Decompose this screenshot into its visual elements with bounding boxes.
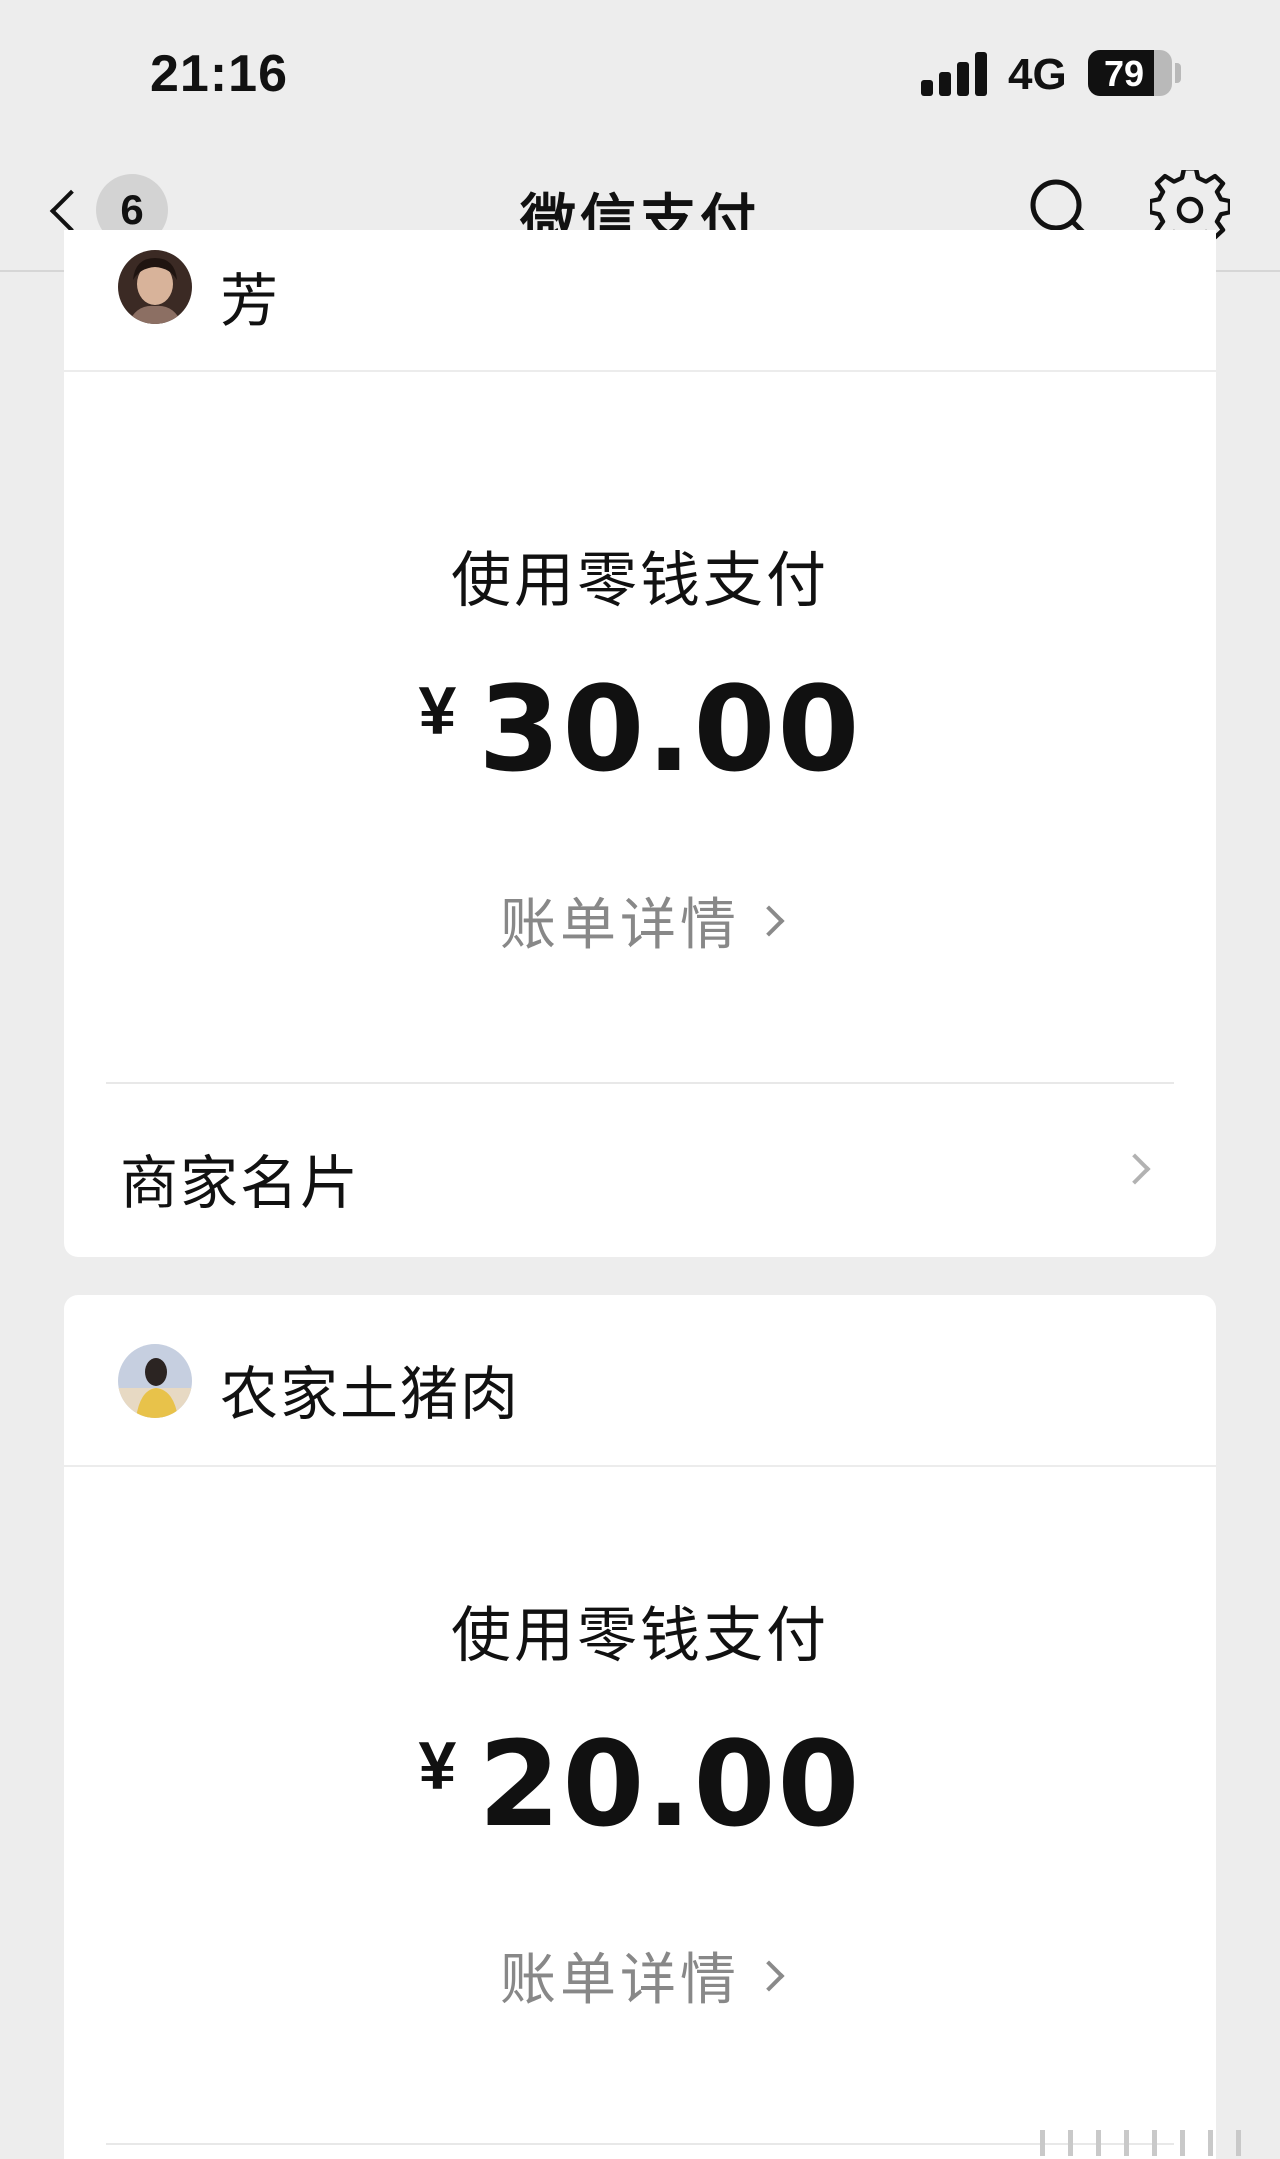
divider [106,1082,1174,1084]
merchant-avatar[interactable] [118,250,192,324]
wechat-pay-messages-page: 21:16 4G 79 6 微信支付 芳 使用零钱支付 ¥ 30.00 账单详情… [0,0,1280,2159]
merchant-card-row[interactable]: 商家名片 [64,1086,1216,1256]
watermark-strip [1040,2130,1260,2159]
merchant-avatar[interactable] [118,1344,192,1418]
bill-details-label: 账单详情 [500,893,740,958]
amount-value: 30.00 [478,660,862,798]
chevron-right-icon [753,1959,785,1992]
battery-cap [1175,63,1181,83]
merchant-name: 农家土猪肉 [220,1360,521,1428]
payment-amount: ¥30.00 [64,660,1216,798]
merchant-name: 芳 [220,267,281,335]
cellular-signal-icon [921,52,989,96]
bill-details-label: 账单详情 [500,1948,740,2013]
amount-value: 20.00 [478,1715,862,1853]
battery-level: 79 [1103,53,1145,94]
status-bar: 21:16 4G 79 [0,0,1280,150]
chevron-left-icon [49,189,93,233]
merchant-card-label: 商家名片 [120,1149,361,1217]
chevron-right-icon [753,904,785,937]
currency-symbol: ¥ [418,673,457,749]
merchant-header: 农家土猪肉 [64,1295,1216,1467]
status-time: 21:16 [150,45,288,103]
merchant-header: 芳 [64,230,1216,372]
chevron-right-icon [1119,1153,1151,1185]
payment-method: 使用零钱支付 [451,1601,829,1671]
currency-symbol: ¥ [418,1728,457,1804]
divider [106,2143,1174,2145]
payment-amount: ¥20.00 [64,1715,1216,1853]
bill-details-link[interactable]: 账单详情 [64,880,1216,961]
network-type: 4G [1008,50,1067,99]
battery-icon: 79 [1088,50,1172,96]
payment-card[interactable]: 芳 使用零钱支付 ¥30.00 账单详情 商家名片 [64,230,1216,1257]
bill-details-link[interactable]: 账单详情 [64,1935,1216,2016]
payment-card[interactable]: 农家土猪肉 使用零钱支付 ¥20.00 账单详情 [64,1295,1216,2159]
payment-method: 使用零钱支付 [451,546,829,616]
